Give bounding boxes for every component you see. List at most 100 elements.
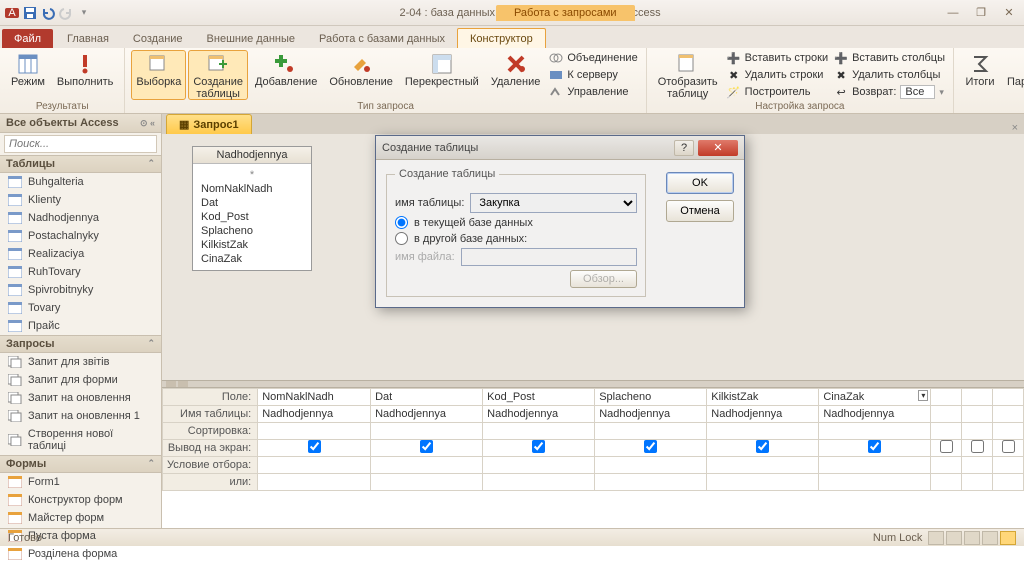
doc-close-icon[interactable]: × xyxy=(1006,122,1024,134)
builder-button[interactable]: 🪄Построитель xyxy=(725,84,830,100)
qbe-cell[interactable] xyxy=(931,440,962,457)
qbe-cell[interactable]: KilkistZak xyxy=(707,389,819,406)
delete-cols-button[interactable]: ✖Удалить столбцы xyxy=(832,67,947,83)
view-datasheet-icon[interactable] xyxy=(928,531,944,545)
qbe-cell[interactable] xyxy=(931,423,962,440)
view-design-icon[interactable] xyxy=(1000,531,1016,545)
qbe-cell[interactable] xyxy=(707,457,819,474)
minimize-icon[interactable]: — xyxy=(942,5,964,21)
radio-current-db[interactable] xyxy=(395,216,408,229)
nav-item[interactable]: Запит на оновлення 1 xyxy=(0,407,161,425)
union-button[interactable]: Объединение xyxy=(547,50,639,66)
tab-design[interactable]: Конструктор xyxy=(457,28,546,48)
nav-header[interactable]: Все объекты Access ⊙ « xyxy=(0,114,161,133)
view-button[interactable]: Режим xyxy=(6,50,50,100)
qat-customize-icon[interactable]: ▾ xyxy=(76,5,92,21)
qbe-cell[interactable]: NomNaklNadh xyxy=(258,389,371,406)
append-query-button[interactable]: Добавление xyxy=(250,50,322,100)
params-button[interactable]: [?]Параметры xyxy=(1002,50,1024,100)
qbe-cell[interactable] xyxy=(993,440,1024,457)
splitter[interactable] xyxy=(162,380,1024,388)
insert-cols-button[interactable]: ➕Вставить столбцы xyxy=(832,50,947,66)
update-query-button[interactable]: Обновление xyxy=(324,50,398,100)
cancel-button[interactable]: Отмена xyxy=(666,200,734,222)
field-list[interactable]: Nadhodjennya *NomNaklNadhDatKod_PostSpla… xyxy=(192,146,312,271)
datadef-button[interactable]: Управление xyxy=(547,84,639,100)
qbe-cell[interactable] xyxy=(931,474,962,491)
nav-item[interactable]: Postachalnyky xyxy=(0,227,161,245)
field-list-item[interactable]: Dat xyxy=(201,196,303,210)
nav-item[interactable]: Form1 xyxy=(0,473,161,491)
qbe-cell[interactable] xyxy=(819,423,931,440)
view-sql-icon[interactable] xyxy=(982,531,998,545)
qbe-cell[interactable] xyxy=(962,423,993,440)
qbe-show-checkbox[interactable] xyxy=(420,440,433,453)
nav-item[interactable]: Nadhodjennya xyxy=(0,209,161,227)
qbe-cell[interactable]: Splacheno xyxy=(595,389,707,406)
doc-tab-query1[interactable]: ▦Запрос1 xyxy=(166,114,252,134)
tab-external[interactable]: Внешние данные xyxy=(195,29,307,48)
qbe-cell[interactable] xyxy=(993,457,1024,474)
delete-rows-button[interactable]: ✖Удалить строки xyxy=(725,67,830,83)
nav-collapse-icon[interactable]: ⊙ « xyxy=(140,118,155,129)
qbe-cell[interactable]: Kod_Post xyxy=(483,389,595,406)
select-query-button[interactable]: Выборка xyxy=(131,50,186,100)
tab-file[interactable]: Файл xyxy=(2,29,53,48)
insert-rows-button[interactable]: ➕Вставить строки xyxy=(725,50,830,66)
nav-item[interactable]: RuhTovary xyxy=(0,263,161,281)
save-icon[interactable] xyxy=(22,5,38,21)
qbe-cell[interactable] xyxy=(931,406,962,423)
showtable-button[interactable]: Отобразить таблицу xyxy=(653,50,723,100)
nav-section-forms[interactable]: Формы⌃ xyxy=(0,455,161,473)
qbe-cell[interactable] xyxy=(595,423,707,440)
radio-other-db[interactable] xyxy=(395,232,408,245)
qbe-cell[interactable] xyxy=(931,457,962,474)
qbe-show-checkbox[interactable] xyxy=(940,440,953,453)
qbe-cell[interactable] xyxy=(993,423,1024,440)
qbe-cell[interactable] xyxy=(371,457,483,474)
qbe-cell[interactable] xyxy=(993,406,1024,423)
qbe-cell[interactable] xyxy=(483,457,595,474)
qbe-cell[interactable] xyxy=(595,457,707,474)
delete-query-button[interactable]: Удаление xyxy=(486,50,546,100)
totals-button[interactable]: Итоги xyxy=(960,50,1000,100)
qbe-show-checkbox[interactable] xyxy=(756,440,769,453)
nav-item[interactable]: Розділена форма xyxy=(0,545,161,563)
qbe-show-checkbox[interactable] xyxy=(868,440,881,453)
field-list-item[interactable]: Kod_Post xyxy=(201,210,303,224)
qbe-cell[interactable] xyxy=(258,457,371,474)
qbe-cell[interactable] xyxy=(993,389,1024,406)
qbe-cell[interactable] xyxy=(483,440,595,457)
qbe-cell[interactable] xyxy=(707,423,819,440)
dialog-titlebar[interactable]: Создание таблицы ? ✕ xyxy=(376,136,744,160)
ok-button[interactable]: OK xyxy=(666,172,734,194)
qbe-cell[interactable] xyxy=(371,440,483,457)
qbe-show-checkbox[interactable] xyxy=(1002,440,1015,453)
qbe-cell[interactable] xyxy=(962,406,993,423)
field-list-item[interactable]: CinaZak xyxy=(201,252,303,266)
nav-item[interactable]: Klienty xyxy=(0,191,161,209)
qbe-show-checkbox[interactable] xyxy=(644,440,657,453)
view-pivot-icon[interactable] xyxy=(946,531,962,545)
nav-section-tables[interactable]: Таблицы⌃ xyxy=(0,155,161,173)
qbe-cell[interactable] xyxy=(258,440,371,457)
qbe-show-checkbox[interactable] xyxy=(532,440,545,453)
radio-other-label[interactable]: в другой базе данных: xyxy=(414,233,527,245)
nav-item[interactable]: Tovary xyxy=(0,299,161,317)
nav-item[interactable]: Запит для звітів xyxy=(0,353,161,371)
undo-icon[interactable] xyxy=(40,5,56,21)
qbe-cell[interactable] xyxy=(258,474,371,491)
radio-current-label[interactable]: в текущей базе данных xyxy=(414,217,533,229)
qbe-show-checkbox[interactable] xyxy=(971,440,984,453)
qbe-cell[interactable] xyxy=(962,457,993,474)
qbe-cell[interactable]: Nadhodjennya xyxy=(258,406,371,423)
qbe-cell[interactable] xyxy=(819,474,931,491)
qbe-cell[interactable]: ▾CinaZak xyxy=(819,389,931,406)
qbe-cell[interactable]: Nadhodjennya xyxy=(371,406,483,423)
dialog-close-icon[interactable]: ✕ xyxy=(698,140,738,156)
qbe-cell[interactable] xyxy=(258,423,371,440)
qbe-cell[interactable] xyxy=(595,474,707,491)
qbe-cell[interactable] xyxy=(483,423,595,440)
nav-item[interactable]: Spivrobitnyky xyxy=(0,281,161,299)
nav-item[interactable]: Запит на оновлення xyxy=(0,389,161,407)
